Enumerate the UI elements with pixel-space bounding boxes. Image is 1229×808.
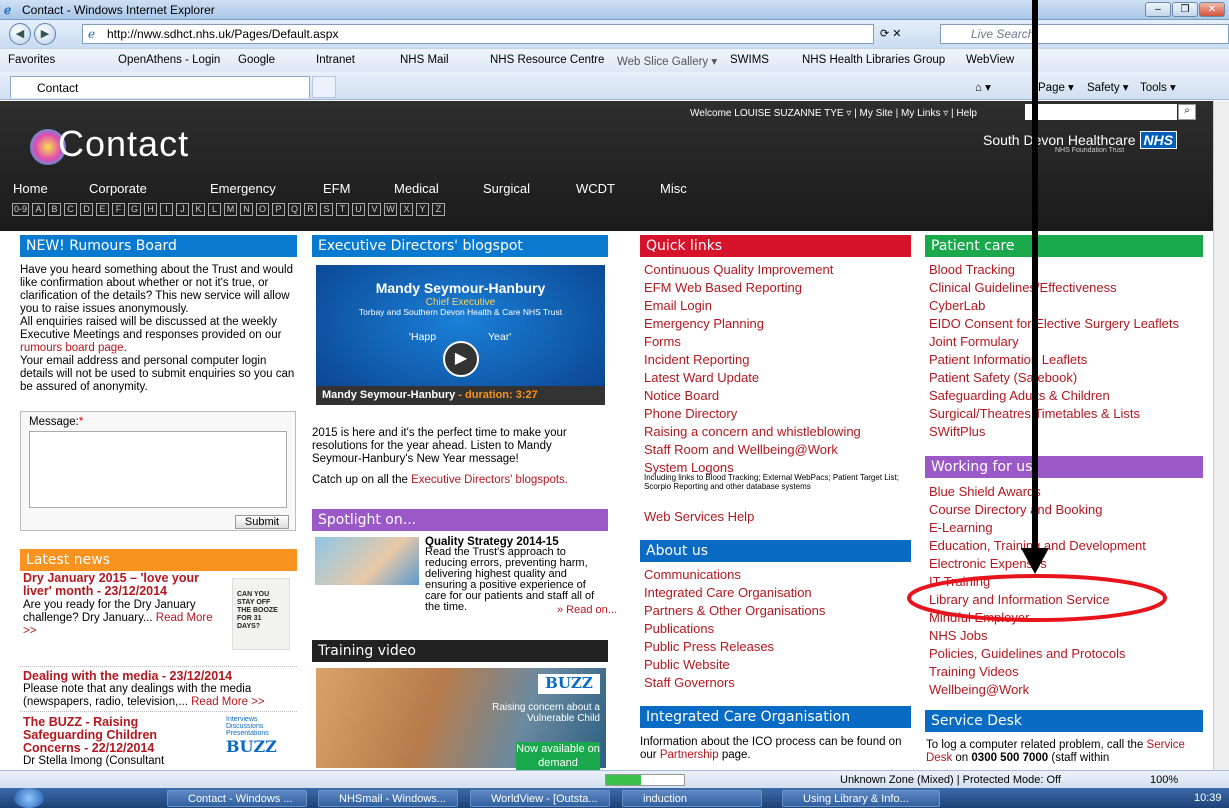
annotation-overlay [907, 0, 1167, 622]
annotation-circle [907, 574, 1167, 622]
status-bar: Unknown Zone (Mixed) | Protected Mode: O… [0, 770, 1229, 788]
taskbar: Contact - Windows ... NHSmail - Windows.… [0, 788, 1229, 808]
task-nhsmail[interactable]: NHSmail - Windows... [318, 790, 458, 807]
zone-text: Unknown Zone (Mixed) | Protected Mode: O… [840, 774, 1061, 786]
clock: 10:39 [1194, 792, 1222, 804]
start-button[interactable] [14, 788, 44, 808]
progress-bar [605, 774, 685, 786]
task-worldview[interactable]: WorldView - [Outsta... [470, 790, 610, 807]
progress-fill [606, 775, 642, 785]
task-using-library[interactable]: Using Library & Info... [782, 790, 940, 807]
annotation-arrow-head [1021, 548, 1049, 574]
task-contact[interactable]: Contact - Windows ... [167, 790, 307, 807]
zoom-level[interactable]: 100% [1150, 774, 1178, 786]
task-induction[interactable]: induction [622, 790, 762, 807]
